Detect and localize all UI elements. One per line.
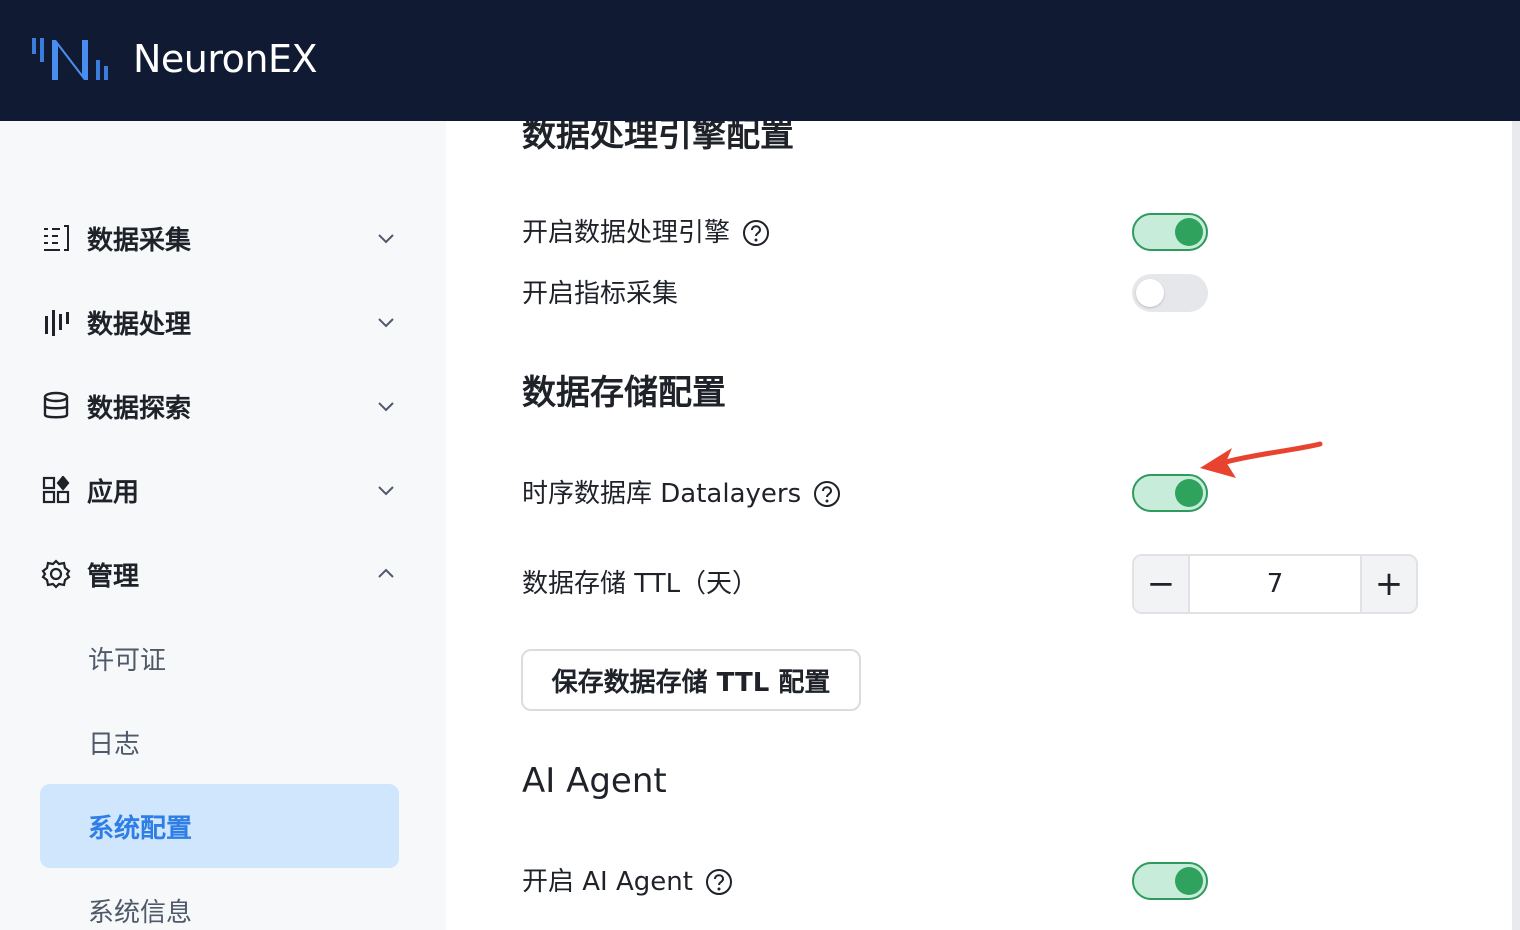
- sidebar-item-data-collection[interactable]: 数据采集: [40, 210, 400, 266]
- neuronex-logo-icon: [32, 38, 108, 80]
- ttl-stepper[interactable]: − 7 +: [1132, 554, 1418, 614]
- chevron-down-icon: [378, 486, 394, 496]
- sidebar-item-label: 管理: [87, 561, 140, 592]
- help-icon[interactable]: [705, 868, 733, 896]
- enable-engine-switch[interactable]: [1132, 213, 1208, 251]
- scrollbar-track[interactable]: [1512, 121, 1520, 930]
- sidebar-item-logs[interactable]: 日志: [40, 700, 399, 784]
- sidebar-item-label: 许可证: [88, 645, 167, 676]
- datalayers-text: 时序数据库 Datalayers: [522, 479, 802, 509]
- chevron-down-icon: [378, 318, 394, 328]
- chevron-up-icon: [378, 568, 394, 578]
- enable-engine-label: 开启数据处理引擎: [522, 216, 770, 250]
- sidebar-item-label: 数据采集: [87, 225, 192, 256]
- section-title-storage: 数据存储配置: [522, 373, 726, 413]
- enable-metrics-label: 开启指标采集: [522, 277, 678, 311]
- gear-icon: [40, 558, 72, 590]
- sidebar-item-label: 数据处理: [87, 309, 192, 340]
- sidebar-item-label: 系统配置: [88, 813, 193, 844]
- data-process-icon: [40, 306, 72, 338]
- increment-button[interactable]: +: [1362, 556, 1416, 612]
- annotation-arrow-icon: [1200, 441, 1323, 478]
- chevron-down-icon: [378, 402, 394, 412]
- enable-metrics-text: 开启指标采集: [522, 279, 679, 309]
- sidebar-item-system-config[interactable]: 系统配置: [40, 784, 399, 868]
- sidebar-item-label: 日志: [88, 729, 141, 760]
- enable-metrics-switch[interactable]: [1132, 274, 1208, 312]
- ttl-text: 数据存储 TTL（天）: [522, 569, 759, 599]
- sidebar-item-data-exploration[interactable]: 数据探索: [40, 378, 400, 434]
- sidebar-item-system-info[interactable]: 系统信息: [40, 868, 399, 930]
- section-title-engine: 数据处理引擎配置: [522, 121, 794, 155]
- database-icon: [40, 390, 72, 422]
- main-content: 数据处理引擎配置 开启数据处理引擎 开启指标采集 数据存储配置 时序数据库 Da…: [446, 121, 1520, 930]
- app-title: NeuronEX: [133, 37, 318, 81]
- save-ttl-button[interactable]: 保存数据存储 TTL 配置: [521, 649, 861, 711]
- data-collect-icon: [40, 222, 72, 254]
- sidebar-item-data-processing[interactable]: 数据处理: [40, 294, 400, 350]
- sidebar-item-label: 应用: [87, 477, 140, 508]
- help-icon[interactable]: [813, 480, 841, 508]
- enable-engine-text: 开启数据处理引擎: [522, 218, 731, 248]
- sidebar-item-label: 系统信息: [88, 897, 193, 928]
- help-icon[interactable]: [742, 219, 770, 247]
- enable-ai-text: 开启 AI Agent: [522, 867, 693, 897]
- switch-knob: [1175, 218, 1203, 246]
- chevron-down-icon: [378, 234, 394, 244]
- ttl-input[interactable]: 7: [1188, 556, 1362, 612]
- top-header: NeuronEX: [0, 0, 1520, 121]
- enable-ai-switch[interactable]: [1132, 862, 1208, 900]
- enable-ai-label: 开启 AI Agent: [522, 865, 733, 899]
- switch-knob: [1136, 279, 1164, 307]
- sidebar-item-license[interactable]: 许可证: [40, 616, 399, 700]
- datalayers-label: 时序数据库 Datalayers: [522, 477, 841, 511]
- sidebar-item-label: 数据探索: [87, 393, 192, 424]
- sidebar-item-management[interactable]: 管理: [40, 546, 400, 602]
- sidebar-item-apps[interactable]: 应用: [40, 462, 400, 518]
- section-title-ai: AI Agent: [522, 761, 667, 801]
- decrement-button[interactable]: −: [1134, 556, 1188, 612]
- switch-knob: [1175, 867, 1203, 895]
- apps-icon: [40, 474, 72, 506]
- ttl-label: 数据存储 TTL（天）: [522, 567, 758, 601]
